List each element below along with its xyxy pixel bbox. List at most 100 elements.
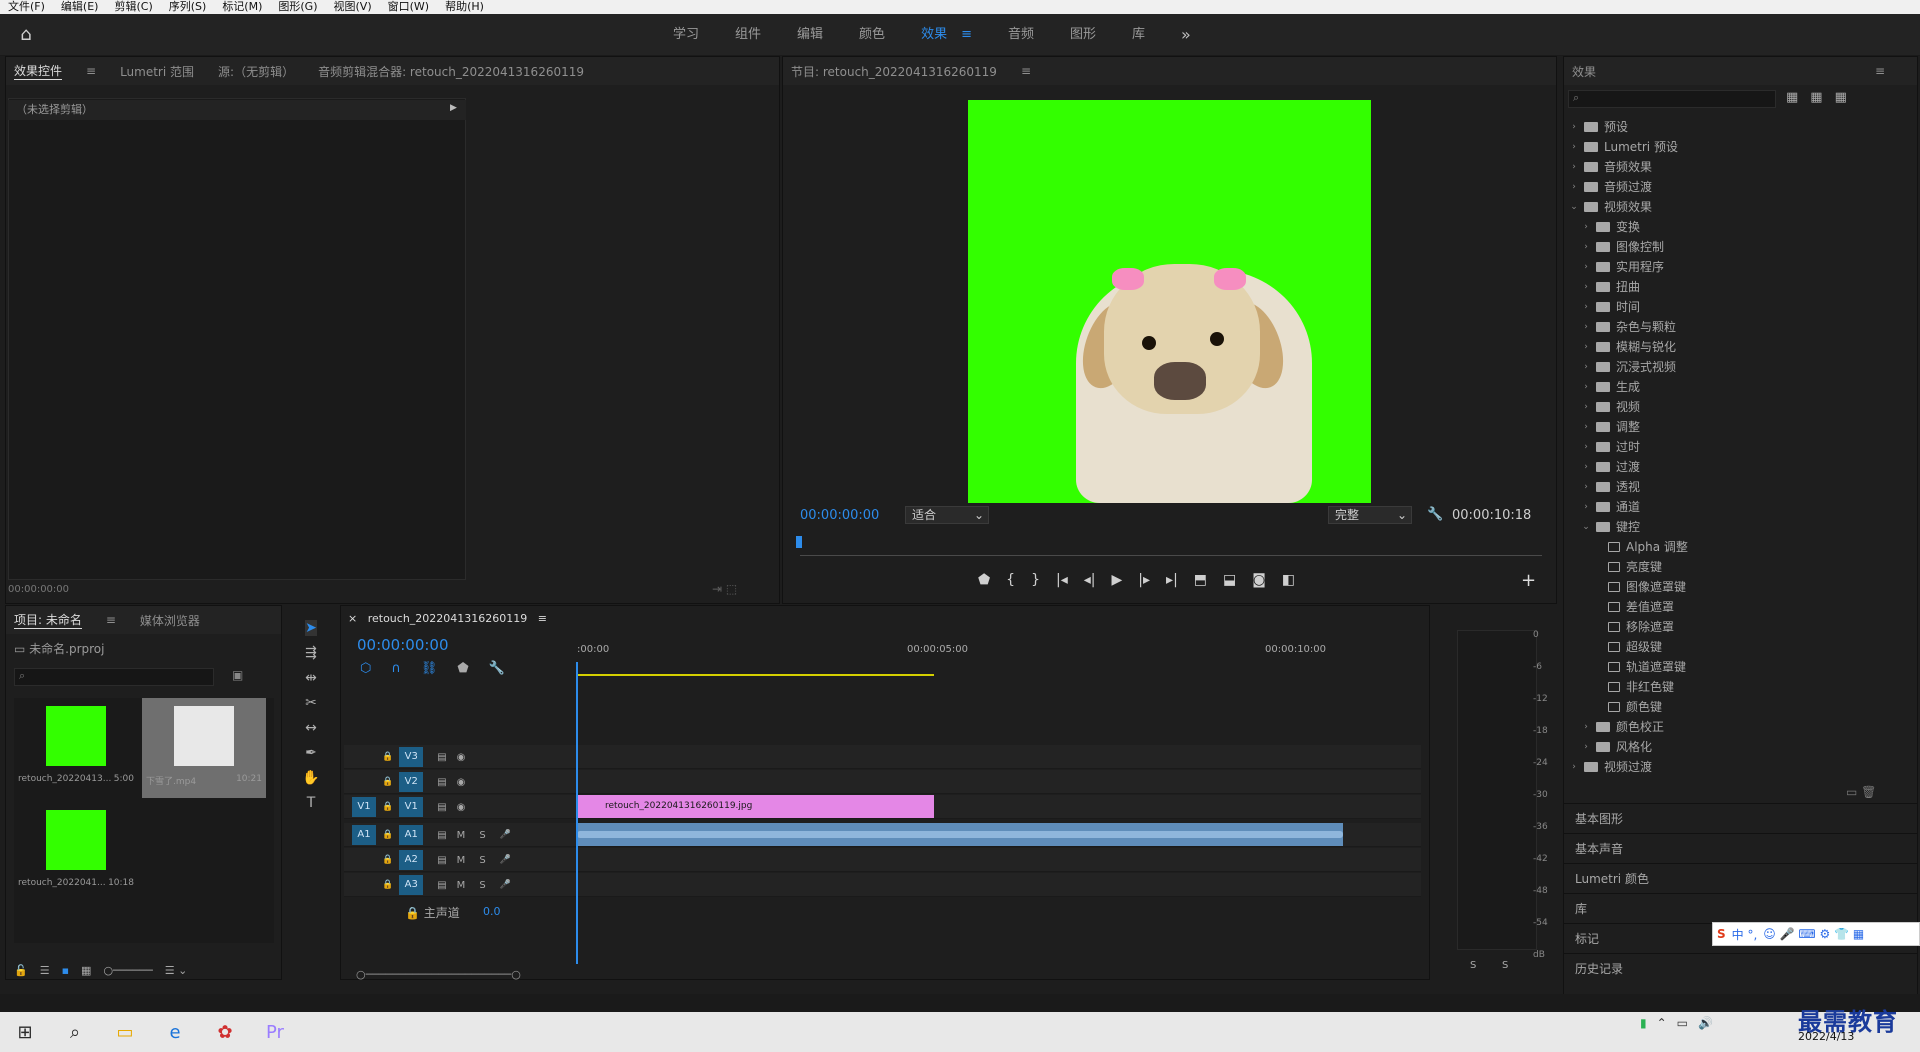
export-frame-icon[interactable]: ⇥ ⬚ — [712, 582, 737, 596]
new-bin-icon[interactable]: ▣ — [232, 668, 243, 682]
master-volume[interactable]: 0.0 — [483, 905, 501, 918]
menu-item-5[interactable]: 图形(G) — [270, 0, 325, 14]
sync-lock-icon[interactable]: ▤ — [437, 777, 446, 788]
menu-icon[interactable]: ≡ — [1875, 64, 1885, 78]
program-video-frame[interactable] — [968, 100, 1371, 503]
program-playhead[interactable] — [796, 536, 802, 548]
chevron-right-icon[interactable]: › — [1580, 477, 1592, 497]
type-tool-icon[interactable]: T — [307, 795, 316, 811]
effects-tree-item[interactable]: › 实用程序 — [1568, 257, 1898, 277]
project-item[interactable]: retouch_2022041... 10:18 — [14, 802, 138, 902]
effects-tree-item[interactable]: › 杂色与颗粒 — [1568, 317, 1898, 337]
menu-item-0[interactable]: 文件(F) — [0, 0, 53, 14]
marker-icon[interactable]: ⬟ — [978, 572, 990, 588]
meter-solo-left[interactable]: S — [1470, 960, 1476, 971]
effects-tree-item[interactable]: Alpha 调整 — [1568, 537, 1898, 557]
tray-up-icon[interactable]: ⌃ — [1657, 1016, 1667, 1030]
menu-item-6[interactable]: 视图(V) — [326, 0, 380, 14]
menu-item-3[interactable]: 序列(S) — [161, 0, 215, 14]
project-tab-1[interactable]: 媒体浏览器 — [140, 612, 200, 629]
zoom-slider[interactable]: ○────── — [103, 964, 152, 977]
list-view-icon[interactable]: ☰ — [40, 964, 50, 977]
panel-section-1[interactable]: 基本声音 — [1563, 833, 1918, 863]
chevron-right-icon[interactable]: › — [1580, 337, 1592, 357]
track-target[interactable]: A3 — [399, 875, 424, 895]
effects-tree-item[interactable]: › 过渡 — [1568, 457, 1898, 477]
chevron-right-icon[interactable]: › — [1568, 177, 1580, 197]
panel-section-3[interactable]: 库 — [1563, 893, 1918, 923]
effects-tree-item[interactable]: › 透视 — [1568, 477, 1898, 497]
play-icon[interactable]: ▶ — [1112, 572, 1123, 588]
effects-tree-item[interactable]: › 颜色校正 — [1568, 717, 1898, 737]
effects-tree-item[interactable]: › 视频过渡 — [1568, 757, 1898, 777]
workspace-more-icon[interactable]: » — [1163, 14, 1209, 56]
chevron-right-icon[interactable]: › — [1580, 377, 1592, 397]
lock-icon[interactable]: 🔒 — [382, 855, 393, 865]
timeline-zoom-scrollbar[interactable]: ○──────────────────────○ — [356, 968, 521, 981]
windows-start-icon[interactable]: ⊞ — [0, 1012, 50, 1052]
timeline-timecode[interactable]: 00:00:00:00 — [357, 636, 449, 654]
effects-tree-item[interactable]: 差值遮罩 — [1568, 597, 1898, 617]
hand-icon[interactable]: ✋ — [302, 770, 319, 786]
step-forward-icon[interactable]: |▸ — [1138, 572, 1150, 588]
chevron-right-icon[interactable]: › — [1580, 717, 1592, 737]
mute-button[interactable]: M — [457, 855, 466, 866]
chevron-right-icon[interactable]: › — [1580, 257, 1592, 277]
effects-tree-item[interactable]: › 过时 — [1568, 437, 1898, 457]
effects-tree-item[interactable]: › 变换 — [1568, 217, 1898, 237]
lock-icon[interactable]: 🔒 — [382, 830, 393, 840]
sync-lock-icon[interactable]: ▤ — [437, 802, 446, 813]
chevron-right-icon[interactable]: › — [1580, 417, 1592, 437]
lock-icon[interactable]: 🔓 — [14, 964, 28, 977]
chevron-down-icon[interactable]: ⌄ — [1580, 517, 1592, 537]
razor-icon[interactable]: ✂ — [305, 695, 317, 711]
track-source-patch[interactable] — [352, 850, 376, 870]
menu-item-8[interactable]: 帮助(H) — [437, 0, 492, 14]
snap-icon[interactable]: ∩ — [391, 661, 401, 676]
project-item[interactable]: retouch_20220413... 5:00 — [14, 698, 138, 798]
menu-icon[interactable]: ≡ — [86, 64, 96, 78]
work-area-bar[interactable] — [577, 674, 934, 676]
chevron-right-icon[interactable]: › — [1580, 357, 1592, 377]
track-source-patch[interactable] — [352, 772, 376, 792]
menu-item-4[interactable]: 标记(M) — [214, 0, 270, 14]
file-explorer-icon[interactable]: ▭ — [100, 1012, 150, 1052]
workspace-tab-6[interactable]: 图形 — [1052, 14, 1114, 56]
chevron-right-icon[interactable]: › — [1580, 297, 1592, 317]
pen-icon[interactable]: ✒ — [305, 745, 317, 761]
ripple-edit-icon[interactable]: ⇹ — [305, 670, 317, 686]
chevron-right-icon[interactable]: › — [1568, 157, 1580, 177]
timeline-ruler[interactable]: :00:00 00:00:05:00 00:00:10:00 — [577, 644, 1420, 670]
track-target[interactable]: V1 — [399, 797, 424, 817]
go-to-in-icon[interactable]: |◂ — [1056, 572, 1068, 588]
program-current-time[interactable]: 00:00:00:00 — [800, 508, 879, 523]
battery-icon[interactable]: ▮ — [1640, 1016, 1647, 1030]
microphone-icon[interactable]: 🎤 — [500, 880, 511, 890]
effects-tree-item[interactable]: › 扭曲 — [1568, 277, 1898, 297]
program-scrubber[interactable] — [800, 530, 1542, 556]
project-item[interactable]: 下雪了.mp4 10:21 — [142, 698, 266, 798]
chevron-right-icon[interactable]: › — [1580, 317, 1592, 337]
chevron-right-icon[interactable]: › — [1580, 237, 1592, 257]
menu-item-2[interactable]: 剪辑(C) — [106, 0, 160, 14]
network-icon[interactable]: ▭ — [1677, 1016, 1688, 1030]
microphone-icon[interactable]: 🎤 — [500, 855, 511, 865]
solo-button[interactable]: S — [479, 855, 485, 866]
sort-icon[interactable]: ☰ ⌄ — [165, 964, 188, 977]
sync-lock-icon[interactable]: ▤ — [437, 855, 446, 866]
menu-item-7[interactable]: 窗口(W) — [380, 0, 437, 14]
track-source-patch[interactable] — [352, 747, 376, 767]
menu-icon[interactable]: ≡ — [1021, 64, 1031, 78]
workspace-tab-3[interactable]: 颜色 — [841, 14, 903, 56]
add-button-icon[interactable]: + — [1521, 570, 1536, 591]
workspace-tab-2[interactable]: 编辑 — [779, 14, 841, 56]
menu-item-1[interactable]: 编辑(E) — [53, 0, 107, 14]
track-target[interactable]: A2 — [399, 850, 424, 870]
effects-tree-item[interactable]: › 音频过渡 — [1568, 177, 1898, 197]
chevron-right-icon[interactable]: › — [1580, 217, 1592, 237]
effects-tree-item[interactable]: › 调整 — [1568, 417, 1898, 437]
collapse-arrow-icon[interactable]: ▶ — [450, 103, 457, 113]
zoom-fit-select[interactable]: 适合 ⌄ — [905, 506, 989, 524]
effects-search-input[interactable]: ⌕ — [1568, 90, 1776, 108]
lock-icon[interactable]: 🔒 — [382, 752, 393, 762]
